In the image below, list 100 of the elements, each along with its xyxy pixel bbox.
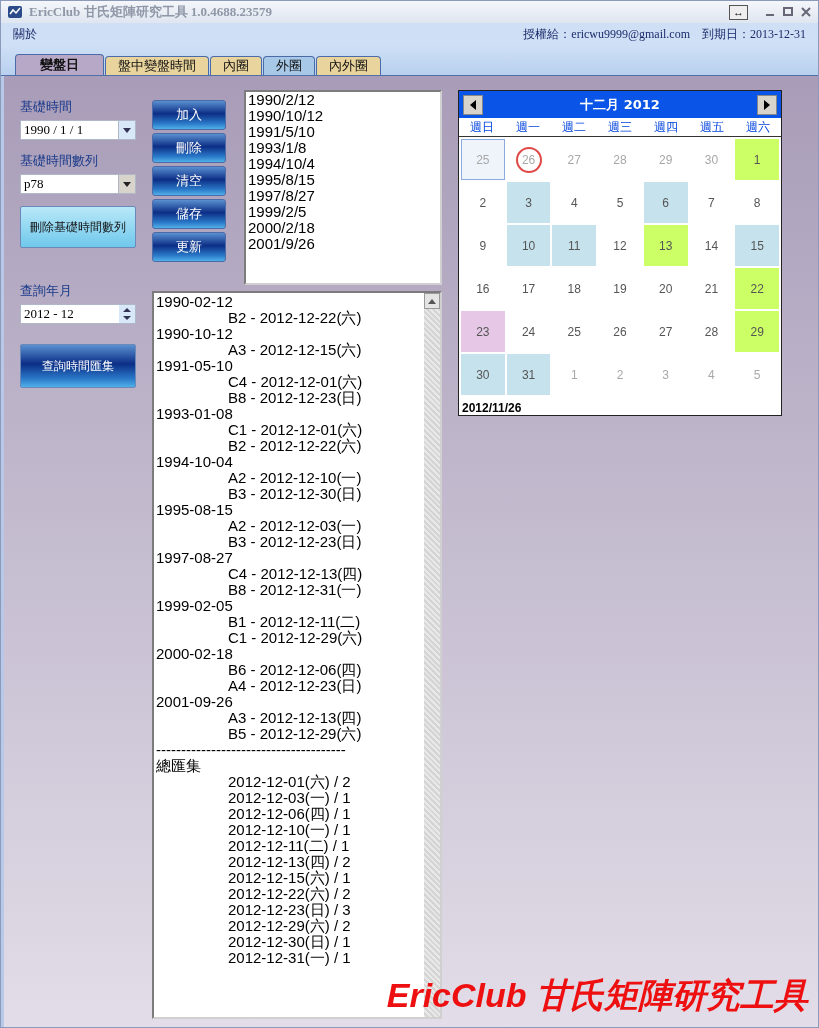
prev-month-button[interactable] xyxy=(463,94,483,115)
calendar-day[interactable]: 3 xyxy=(506,182,551,223)
calendar-day[interactable]: 22 xyxy=(735,268,779,309)
base-date-line: 1991-05-10 xyxy=(156,358,234,374)
calendar-day[interactable]: 25 xyxy=(552,311,597,352)
today-label: 2012/11/26 xyxy=(461,400,523,415)
hit-line: C1 - 2012-12-29(六) xyxy=(227,630,364,646)
summary-line: 2012-12-30(日) / 1 xyxy=(227,934,352,950)
action-button[interactable]: 刪除 xyxy=(152,133,226,163)
scroll-up-icon[interactable] xyxy=(428,298,436,304)
list-item[interactable]: 1997/8/27 xyxy=(248,188,438,204)
base-date-line: 2001-09-26 xyxy=(156,694,234,710)
summary-line: 2012-12-22(六) / 2 xyxy=(227,886,352,902)
tab[interactable]: 內圈 xyxy=(210,56,262,75)
month-spinner[interactable]: 2012 - 12 xyxy=(20,304,136,324)
hit-line: C1 - 2012-12-01(六) xyxy=(227,422,364,438)
action-button[interactable]: 更新 xyxy=(152,232,226,262)
date-list[interactable]: 1990/2/12 1990/10/12 1991/5/10 1993/1/8 1994/10/4 1995/8/15 1997/8/27 1999/2/5 2000/2/18 2001/9/26 xyxy=(244,90,442,285)
list-item[interactable]: 1994/10/4 xyxy=(248,156,438,172)
field-label: 基礎時間數列 xyxy=(20,152,99,170)
close-icon[interactable] xyxy=(800,6,812,18)
hit-line: B3 - 2012-12-30(日) xyxy=(227,486,363,502)
summary-line: 2012-12-06(四) / 1 xyxy=(227,806,352,822)
calendar-day[interactable]: 12 xyxy=(598,225,642,266)
delete-series-button[interactable]: 刪除基礎時間數列 xyxy=(20,206,136,248)
weekday-label: 週四 xyxy=(653,118,679,136)
action-button[interactable]: 清空 xyxy=(152,166,226,196)
separator-line: -------------------------------------- xyxy=(156,742,346,758)
list-item[interactable]: 2000/2/18 xyxy=(248,220,438,236)
base-date-line: 1990-10-12 xyxy=(156,326,234,342)
summary-title: 總匯集 xyxy=(156,758,202,774)
hit-line: A3 - 2012-12-15(六) xyxy=(227,342,363,358)
right-arrow-icon xyxy=(764,99,770,110)
calendar-day[interactable]: 8 xyxy=(735,182,779,223)
action-button[interactable]: 儲存 xyxy=(152,199,226,229)
tab[interactable]: 外圈 xyxy=(263,56,315,75)
calendar-day[interactable]: 20 xyxy=(643,268,688,309)
list-item[interactable]: 1995/8/15 xyxy=(248,172,438,188)
menu-item[interactable]: 關於 xyxy=(13,25,37,43)
hit-line: B2 - 2012-12-22(六) xyxy=(227,438,363,454)
hit-line: B5 - 2012-12-29(六) xyxy=(227,726,363,742)
calendar-day[interactable]: 10 xyxy=(506,225,551,266)
calendar-day[interactable]: 30 xyxy=(461,354,505,395)
tab[interactable]: 變盤日 xyxy=(15,54,104,75)
list-item[interactable]: 1999/2/5 xyxy=(248,204,438,220)
calendar-day[interactable]: 7 xyxy=(689,182,734,223)
calendar-day[interactable]: 23 xyxy=(461,311,505,352)
list-item[interactable]: 1990/2/12 xyxy=(248,92,438,108)
calendar-day[interactable]: 5 xyxy=(598,182,642,223)
hit-line: B6 - 2012-12-06(四) xyxy=(227,662,363,678)
app-icon xyxy=(7,4,23,20)
calendar-day[interactable]: 2 xyxy=(461,182,505,223)
list-item[interactable]: 1990/10/12 xyxy=(248,108,438,124)
hit-line: B8 - 2012-12-23(日) xyxy=(227,390,363,406)
query-button[interactable]: 查詢時間匯集 xyxy=(20,344,136,388)
hit-line: B2 - 2012-12-22(六) xyxy=(227,310,363,326)
weekday-label: 週日 xyxy=(469,118,495,136)
base-date-line: 1990-02-12 xyxy=(156,294,234,310)
calendar-day[interactable]: 11 xyxy=(552,225,597,266)
weekday-label: 週二 xyxy=(561,118,587,136)
hit-line: A2 - 2012-12-03(一) xyxy=(227,518,363,534)
base-date-line: 1995-08-15 xyxy=(156,502,234,518)
action-button[interactable]: 加入 xyxy=(152,100,226,130)
base-date-line: 1994-10-04 xyxy=(156,454,234,470)
calendar-day[interactable]: 9 xyxy=(461,225,505,266)
calendar-day[interactable]: 14 xyxy=(689,225,734,266)
maximize-icon[interactable] xyxy=(782,6,794,18)
date-picker[interactable]: 1990 / 1 / 1 xyxy=(20,120,136,140)
list-item[interactable]: 2001/9/26 xyxy=(248,236,438,252)
calendar-day[interactable]: 16 xyxy=(461,268,505,309)
calendar-day[interactable]: 4 xyxy=(552,182,597,223)
base-date-line: 1999-02-05 xyxy=(156,598,234,614)
calendar-day[interactable]: 17 xyxy=(506,268,551,309)
summary-line: 2012-12-31(一) / 1 xyxy=(227,950,352,966)
base-date-line: 2000-02-18 xyxy=(156,646,234,662)
calendar-day[interactable]: 15 xyxy=(735,225,779,266)
calendar-day[interactable]: 6 xyxy=(643,182,688,223)
calendar-day[interactable]: 31 xyxy=(506,354,551,395)
calendar-day[interactable]: 13 xyxy=(643,225,688,266)
calendar-day[interactable]: 1 xyxy=(735,139,779,180)
calendar-day[interactable]: 19 xyxy=(598,268,642,309)
window-title: EricClub 甘氏矩陣研究工具 1.0.4688.23579 xyxy=(29,3,274,21)
calendar-day[interactable]: 28 xyxy=(689,311,734,352)
calendar-day[interactable]: 29 xyxy=(735,311,779,352)
next-month-button[interactable] xyxy=(757,94,777,115)
calendar-day[interactable]: 27 xyxy=(643,311,688,352)
tab[interactable]: 內外圈 xyxy=(316,56,381,75)
series-dropdown[interactable]: p78 xyxy=(20,174,136,194)
calendar-day[interactable]: 18 xyxy=(552,268,597,309)
expiry-text: 到期日：2013-12-31 xyxy=(702,25,806,43)
tab[interactable]: 盤中變盤時間 xyxy=(105,56,209,75)
list-item[interactable]: 1993/1/8 xyxy=(248,140,438,156)
calendar-day[interactable]: 24 xyxy=(506,311,551,352)
resize-button[interactable]: ↔ xyxy=(729,4,748,20)
hit-line: C4 - 2012-12-01(六) xyxy=(227,374,364,390)
left-arrow-icon xyxy=(470,99,476,110)
list-item[interactable]: 1991/5/10 xyxy=(248,124,438,140)
calendar-day[interactable]: 26 xyxy=(598,311,642,352)
calendar-day[interactable]: 21 xyxy=(689,268,734,309)
hit-line: B1 - 2012-12-11(二) xyxy=(227,614,362,630)
